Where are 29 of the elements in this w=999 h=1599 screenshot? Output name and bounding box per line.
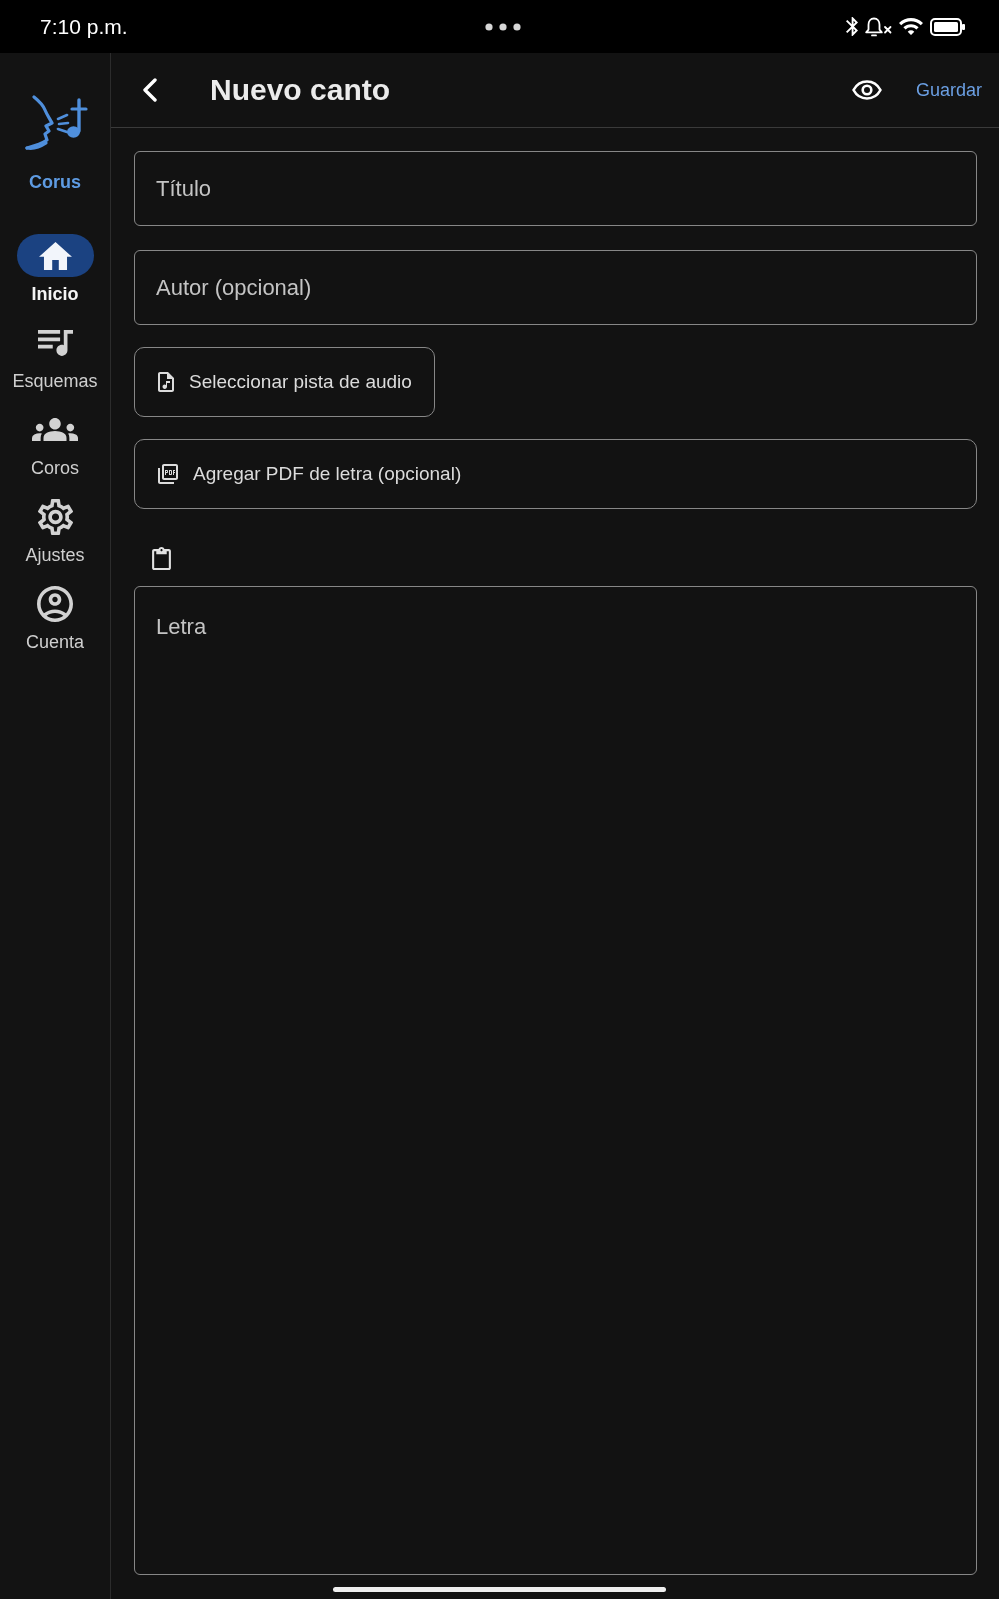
status-time: 7:10 p.m.: [40, 14, 128, 39]
ellipsis-icon[interactable]: [484, 22, 521, 31]
home-icon: [16, 234, 94, 277]
page-title: Nuevo canto: [210, 72, 391, 108]
audio-file-button[interactable]: Seleccionar pista de audio: [134, 347, 435, 417]
brand-name: Corus: [29, 171, 81, 193]
nav-item[interactable]: Cuenta: [0, 582, 110, 653]
bluetooth-icon: [846, 17, 858, 36]
back-icon[interactable]: [141, 78, 158, 102]
save-button[interactable]: Guardar: [915, 79, 982, 101]
account-icon: [37, 585, 73, 622]
group-icon: [32, 418, 78, 441]
muted-bell-icon: [865, 16, 892, 37]
pdf-button[interactable]: Agregar PDF de letra (opcional): [134, 439, 977, 509]
settings-icon: [37, 498, 73, 535]
audio-file-icon: [158, 372, 174, 392]
author-field[interactable]: Autor (opcional): [134, 250, 977, 325]
battery-icon: [930, 17, 965, 36]
wifi-icon: [899, 18, 923, 35]
title-field[interactable]: Título: [134, 151, 977, 226]
nav-item[interactable]: Esquemas: [0, 321, 110, 392]
lyrics-field[interactable]: Letra: [134, 586, 977, 1575]
music-list-icon: [37, 329, 73, 356]
pdf-file-icon: [158, 464, 178, 484]
clipboard-icon[interactable]: [152, 547, 171, 570]
nav-item[interactable]: Ajustes: [0, 495, 110, 566]
eye-icon[interactable]: [851, 80, 882, 100]
nav-item[interactable]: Inicio: [0, 234, 110, 305]
nav-item[interactable]: Coros: [0, 408, 110, 479]
